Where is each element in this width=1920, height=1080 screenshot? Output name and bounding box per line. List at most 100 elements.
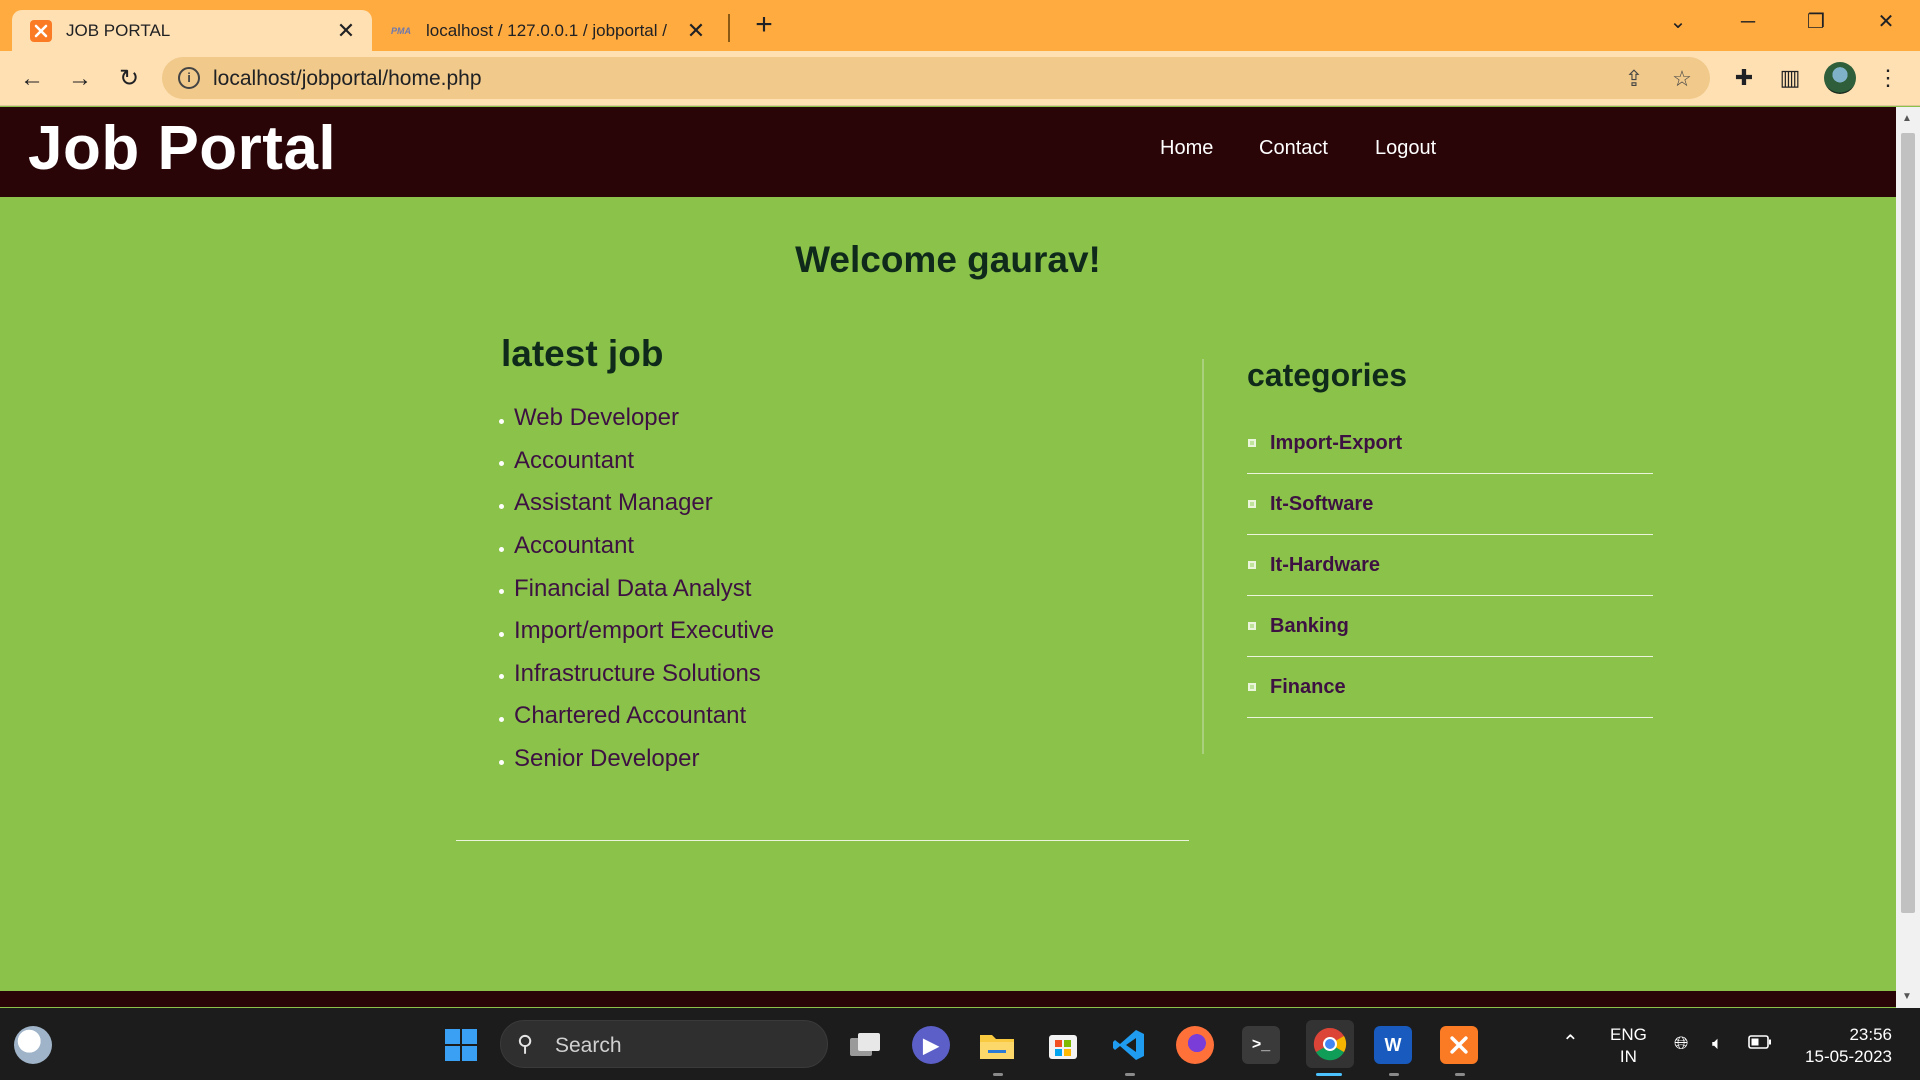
task-view-icon[interactable] xyxy=(846,1026,884,1064)
nav-home[interactable]: Home xyxy=(1160,137,1213,160)
job-link[interactable]: Assistant Manager xyxy=(514,489,713,517)
category-item[interactable]: It-Software xyxy=(1247,474,1653,535)
more-menu-icon[interactable]: ⋮ xyxy=(1872,62,1904,94)
xampp-icon xyxy=(30,19,52,42)
job-link[interactable]: Accountant xyxy=(514,447,634,475)
site-logo[interactable]: Job Portal xyxy=(28,113,336,184)
language-indicator[interactable]: ENG IN xyxy=(1610,1024,1647,1068)
region-code: IN xyxy=(1619,1047,1637,1066)
phpmyadmin-icon: PMA xyxy=(391,25,411,36)
side-panel-icon[interactable]: ▥ xyxy=(1774,62,1806,94)
running-indicator xyxy=(1389,1073,1399,1076)
tab-title: JOB PORTAL xyxy=(66,20,171,40)
category-item[interactable]: Import-Export xyxy=(1247,413,1653,474)
network-globe-icon[interactable]: 🌐︎ xyxy=(1674,1032,1688,1054)
url-text[interactable]: localhost/jobportal/home.php xyxy=(213,67,482,91)
firefox-icon[interactable] xyxy=(1176,1026,1214,1064)
job-item[interactable]: Assistant Manager xyxy=(499,482,774,525)
windows-start-icon[interactable] xyxy=(442,1026,480,1064)
scroll-down-arrow-icon[interactable]: ▼ xyxy=(1902,991,1912,1002)
close-tab-icon[interactable]: ✕ xyxy=(332,18,360,44)
category-link[interactable]: Import-Export xyxy=(1270,432,1402,455)
active-app-indicator xyxy=(1316,1073,1342,1076)
job-item[interactable]: Infrastructure Solutions xyxy=(499,653,774,696)
extensions-puzzle-icon[interactable]: ✚ xyxy=(1728,62,1760,94)
category-link[interactable]: Banking xyxy=(1270,615,1349,638)
battery-icon[interactable] xyxy=(1748,1032,1772,1054)
categories-heading: categories xyxy=(1247,357,1408,393)
page-scrollbar[interactable]: ▲ ▼ xyxy=(1896,107,1920,1008)
vscode-icon[interactable] xyxy=(1110,1026,1148,1064)
job-item[interactable]: Web Developer xyxy=(499,397,774,440)
job-item[interactable]: Import/emport Executive xyxy=(499,610,774,653)
page-content: Job Portal Home Contact Logout Welcome g… xyxy=(0,107,1896,1007)
taskbar-search[interactable]: ⚲ Search xyxy=(500,1020,828,1068)
new-tab-button[interactable]: + xyxy=(748,10,780,42)
job-item[interactable]: Senior Developer xyxy=(499,738,774,781)
tab-search-chevron-icon[interactable]: ⌄ xyxy=(1658,6,1698,38)
running-indicator xyxy=(1455,1073,1465,1076)
job-link[interactable]: Accountant xyxy=(514,532,634,560)
square-bullet-icon xyxy=(1248,683,1256,691)
close-tab-icon[interactable]: ✕ xyxy=(682,18,710,44)
category-link[interactable]: It-Software xyxy=(1270,493,1373,516)
job-link[interactable]: Chartered Accountant xyxy=(514,702,746,730)
share-icon[interactable]: ⇪ xyxy=(1620,65,1648,93)
bullet-icon xyxy=(499,589,504,595)
minimize-icon[interactable]: ─ xyxy=(1728,6,1768,38)
running-indicator xyxy=(1125,1073,1135,1076)
site-info-icon[interactable]: i xyxy=(178,67,200,89)
nav-contact[interactable]: Contact xyxy=(1259,137,1328,160)
bullet-icon xyxy=(499,461,504,467)
word-icon[interactable]: W xyxy=(1374,1026,1412,1064)
search-icon: ⚲ xyxy=(517,1031,534,1056)
xampp-taskbar-icon[interactable] xyxy=(1440,1026,1478,1064)
forward-arrow-icon[interactable]: → xyxy=(64,63,96,95)
browser-tab-strip: JOB PORTAL ✕ PMA localhost / 127.0.0.1 /… xyxy=(0,0,1920,51)
restore-icon[interactable]: ❐ xyxy=(1796,6,1836,38)
job-item[interactable]: Accountant xyxy=(499,440,774,483)
bullet-icon xyxy=(499,759,504,765)
microsoft-store-icon[interactable] xyxy=(1044,1026,1082,1064)
scrollbar-thumb[interactable] xyxy=(1901,133,1915,913)
bookmark-star-icon[interactable]: ☆ xyxy=(1668,65,1696,93)
job-item[interactable]: Financial Data Analyst xyxy=(499,567,774,610)
reload-icon[interactable]: ↻ xyxy=(113,63,145,95)
terminal-icon[interactable]: >_ xyxy=(1242,1026,1280,1064)
job-link[interactable]: Import/emport Executive xyxy=(514,617,774,645)
job-item[interactable]: Chartered Accountant xyxy=(499,695,774,738)
bullet-icon xyxy=(499,546,504,552)
tab-phpmyadmin[interactable]: PMA localhost / 127.0.0.1 / jobportal / … xyxy=(380,10,722,51)
category-item[interactable]: Finance xyxy=(1247,657,1653,718)
job-link[interactable]: Infrastructure Solutions xyxy=(514,660,761,688)
scroll-up-arrow-icon[interactable]: ▲ xyxy=(1902,113,1912,124)
chevron-up-icon[interactable]: ⌃ xyxy=(1562,1032,1579,1054)
bullet-icon xyxy=(499,503,504,509)
job-link[interactable]: Financial Data Analyst xyxy=(514,575,751,603)
square-bullet-icon xyxy=(1248,500,1256,508)
window-close-icon[interactable]: ✕ xyxy=(1866,6,1906,38)
category-link[interactable]: Finance xyxy=(1270,676,1346,699)
job-link[interactable]: Web Developer xyxy=(514,404,679,432)
file-explorer-icon[interactable] xyxy=(978,1026,1016,1064)
category-link[interactable]: It-Hardware xyxy=(1270,554,1380,577)
tab-separator xyxy=(728,14,730,42)
job-item[interactable]: Accountant xyxy=(499,525,774,568)
chrome-icon[interactable] xyxy=(1306,1020,1354,1068)
tab-title: localhost / 127.0.0.1 / jobportal / xyxy=(426,20,667,40)
back-arrow-icon[interactable]: ← xyxy=(16,63,48,95)
weather-widget-icon[interactable] xyxy=(14,1026,52,1064)
square-bullet-icon xyxy=(1248,622,1256,630)
category-list: Import-Export It-Software It-Hardware Ba… xyxy=(1247,413,1653,718)
nav-logout[interactable]: Logout xyxy=(1375,137,1436,160)
volume-icon[interactable]: 🔈︎ xyxy=(1712,1032,1723,1054)
profile-avatar[interactable] xyxy=(1824,62,1856,94)
tab-job-portal[interactable]: JOB PORTAL ✕ xyxy=(12,10,372,51)
address-bar[interactable]: i localhost/jobportal/home.php ⇪ ☆ xyxy=(162,57,1710,99)
category-item[interactable]: It-Hardware xyxy=(1247,535,1653,596)
horizontal-rule xyxy=(456,840,1189,841)
category-item[interactable]: Banking xyxy=(1247,596,1653,657)
teams-chat-icon[interactable]: ▶ xyxy=(912,1026,950,1064)
clock[interactable]: 23:56 15-05-2023 xyxy=(1796,1024,1892,1068)
job-link[interactable]: Senior Developer xyxy=(514,745,699,773)
